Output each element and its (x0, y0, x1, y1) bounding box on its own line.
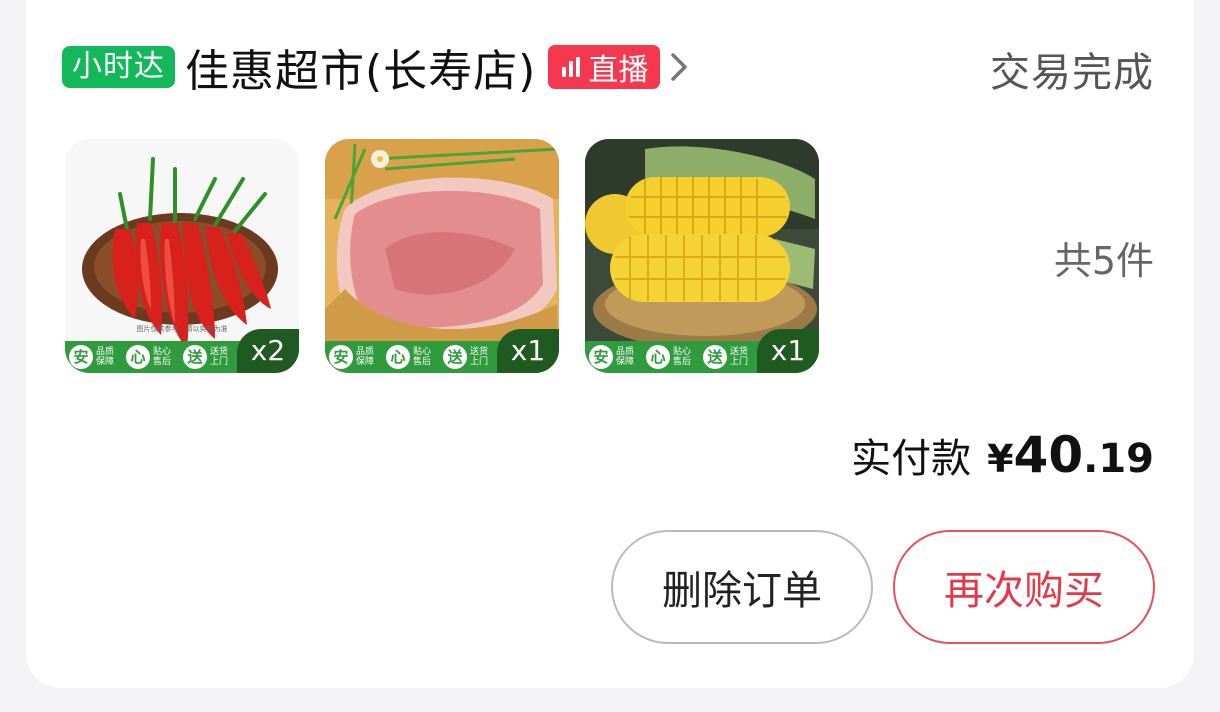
live-bars-icon (562, 57, 581, 77)
seal-deliver: 送 (183, 345, 207, 369)
product-thumbnail-pork[interactable]: 安 品质保障 心 贴心售后 送 送货上门 x1 (325, 139, 559, 373)
seal-safe: 安 (589, 345, 613, 369)
svg-text:图片仅供参考，请以实物为准: 图片仅供参考，请以实物为准 (137, 324, 228, 333)
currency-symbol: ¥ (987, 437, 1014, 481)
live-label: 直播 (588, 53, 649, 88)
hour-delivery-badge: 小时达 (62, 46, 175, 88)
live-badge[interactable]: 直播 (548, 45, 661, 89)
strip-text: 贴心售后 (673, 347, 692, 367)
strip-text: 送货上门 (730, 347, 749, 367)
strip-text: 品质保障 (616, 347, 635, 367)
paid-label: 实付款 (851, 436, 972, 482)
buy-again-button[interactable]: 再次购买 (893, 530, 1155, 644)
seal-safe: 安 (329, 345, 353, 369)
quantity-badge: x2 (237, 329, 299, 373)
quantity-badge: x1 (497, 329, 559, 373)
delete-order-button[interactable]: 删除订单 (611, 530, 873, 644)
seal-safe: 安 (69, 345, 93, 369)
strip-text: 贴心售后 (153, 347, 172, 367)
total-item-count: 共5件 (1053, 239, 1154, 283)
paid-amount: 实付款 ¥ 40 .19 (851, 426, 1154, 484)
store-name[interactable]: 佳惠超市(长寿店) (185, 35, 536, 99)
paid-decimal: .19 (1083, 436, 1154, 482)
quantity-badge: x1 (757, 329, 819, 373)
product-thumbnail-chili[interactable]: 图片仅供参考，请以实物为准 安 品质保障 心 贴心售后 送 送货上门 x2 (65, 139, 299, 373)
seal-heart: 心 (386, 345, 410, 369)
strip-text: 贴心售后 (413, 347, 432, 367)
order-status: 交易完成 (990, 50, 1154, 96)
strip-text: 品质保障 (356, 347, 375, 367)
product-thumbnail-corn[interactable]: 安 品质保障 心 贴心售后 送 送货上门 x1 (585, 139, 819, 373)
seal-deliver: 送 (703, 345, 727, 369)
seal-heart: 心 (126, 345, 150, 369)
strip-text: 品质保障 (96, 347, 115, 367)
strip-text: 送货上门 (470, 347, 489, 367)
paid-integer: 40 (1013, 426, 1084, 484)
store-header[interactable]: 小时达 佳惠超市(长寿店) 直播 (62, 34, 694, 100)
chevron-right-icon[interactable] (668, 47, 694, 87)
seal-deliver: 送 (443, 345, 467, 369)
seal-heart: 心 (646, 345, 670, 369)
strip-text: 送货上门 (210, 347, 229, 367)
